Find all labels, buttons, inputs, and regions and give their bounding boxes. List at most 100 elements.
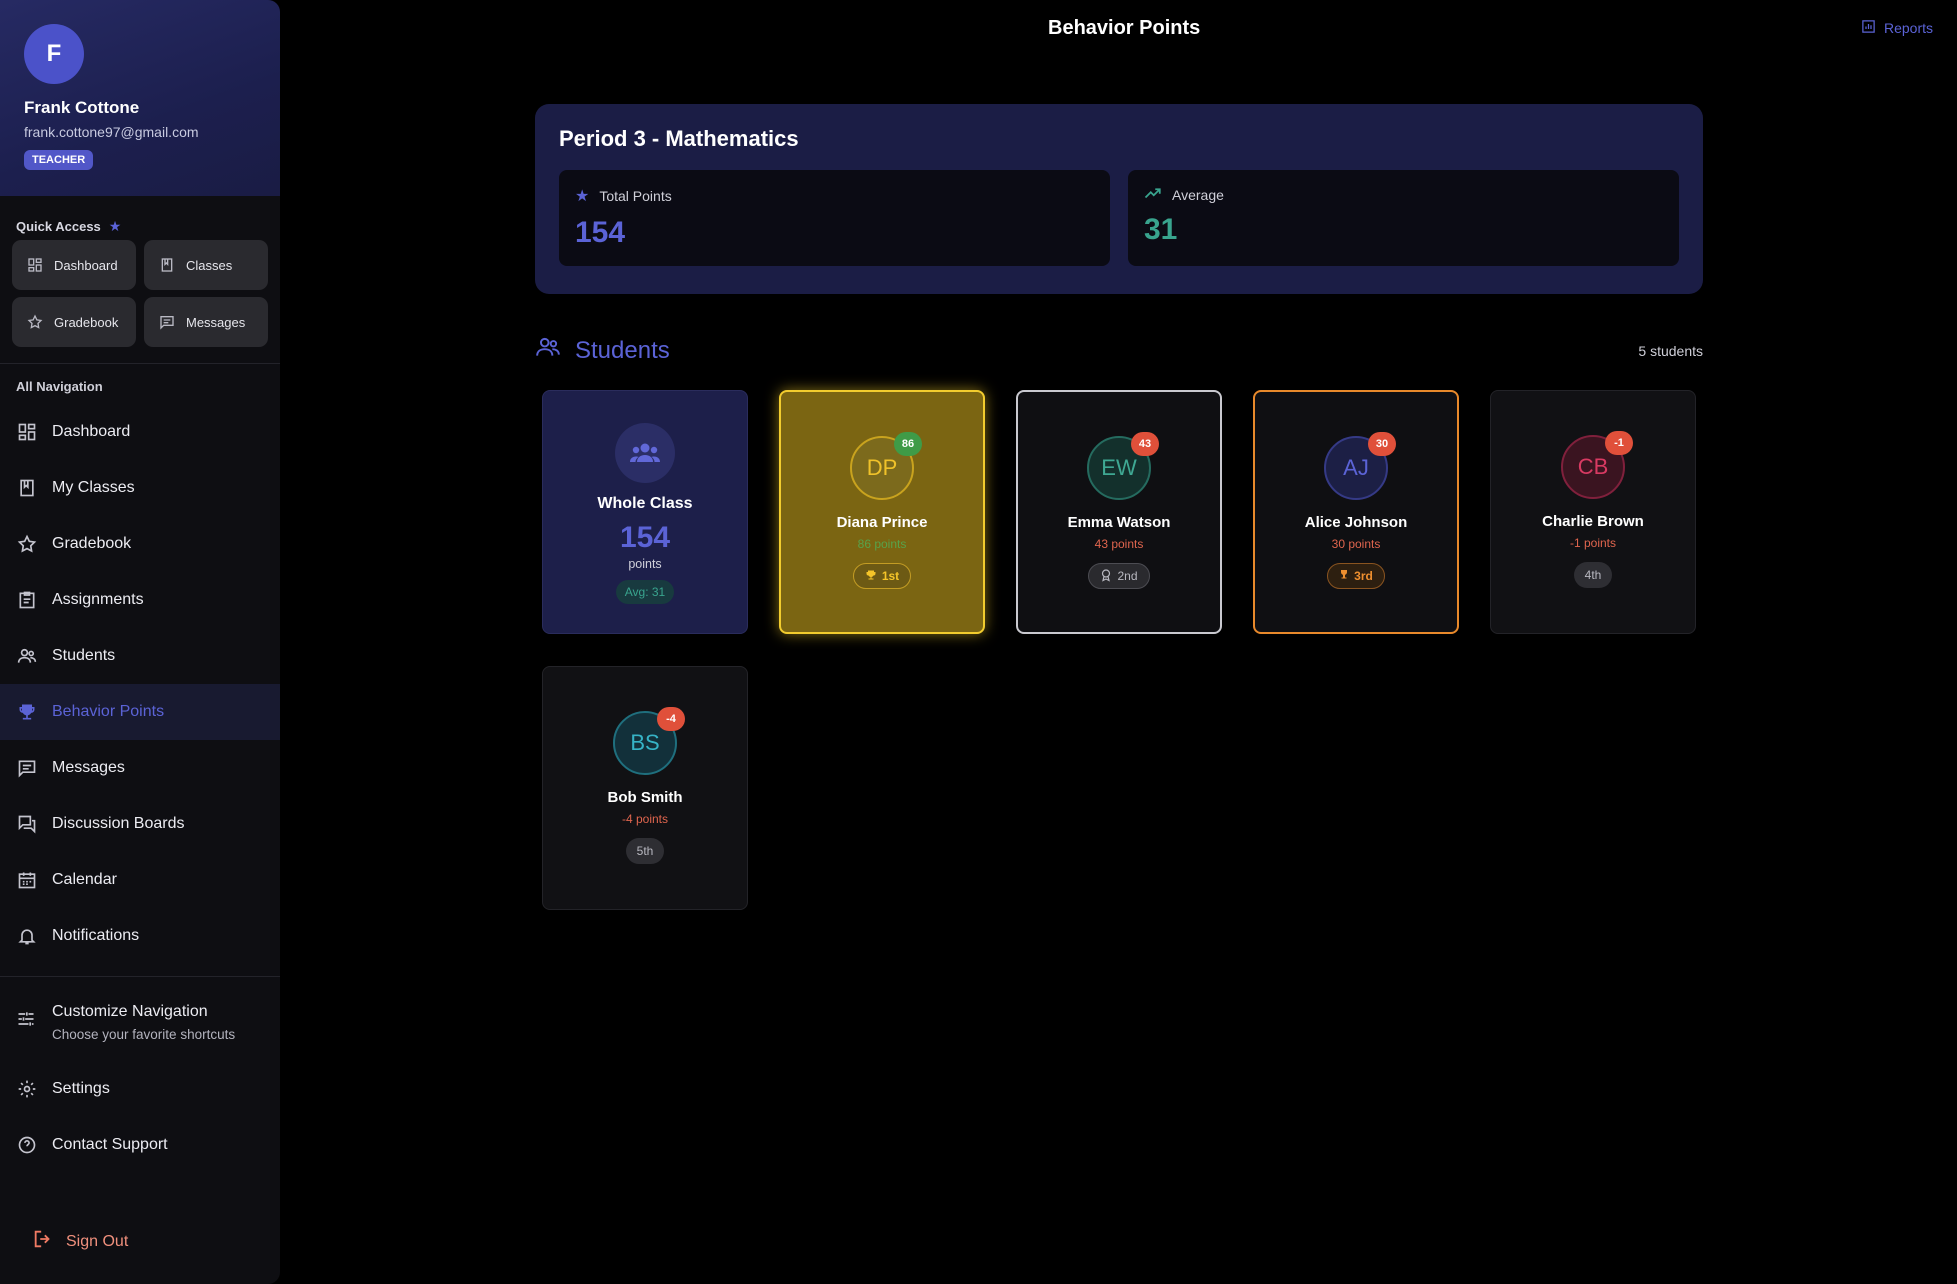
sidebar-item-notifications[interactable]: Notifications xyxy=(0,908,280,964)
sidebar-item-label: Calendar xyxy=(52,871,117,888)
quick-access-title: Quick Access xyxy=(16,218,101,234)
stat-label: Average xyxy=(1172,186,1224,203)
student-card[interactable]: CB -1 Charlie Brown -1 points 4th xyxy=(1490,390,1696,634)
bell-icon xyxy=(16,925,38,947)
group-icon xyxy=(615,423,675,483)
student-initials: CB xyxy=(1577,454,1609,479)
sign-out-label: Sign Out xyxy=(66,1232,129,1250)
student-initials: DP xyxy=(866,455,898,480)
logout-icon xyxy=(32,1228,54,1255)
people-icon xyxy=(535,334,561,367)
sidebar-item-label: Gradebook xyxy=(52,535,132,552)
student-name: Alice Johnson xyxy=(1304,514,1408,531)
nav-header: All Navigation xyxy=(16,379,103,394)
student-points: -1 points xyxy=(1569,536,1617,550)
customize-subtitle: Choose your favorite shortcuts xyxy=(52,1027,236,1042)
points-badge: 86 xyxy=(894,432,922,456)
rank-badge: 4th xyxy=(1573,562,1613,588)
message-icon xyxy=(158,313,176,331)
sliders-icon xyxy=(16,1009,38,1061)
student-initials: EW xyxy=(1101,455,1137,480)
profile-name: Frank Cottone xyxy=(24,98,140,117)
points-badge: 43 xyxy=(1131,432,1159,456)
student-avatar: EW 43 xyxy=(1087,432,1159,500)
total-points-stat: ★ Total Points 154 xyxy=(559,170,1110,266)
medal-icon xyxy=(1100,568,1112,585)
sidebar-item-gradebook[interactable]: Gradebook xyxy=(0,516,280,572)
sidebar-item-discussion-boards[interactable]: Discussion Boards xyxy=(0,796,280,852)
student-avatar: DP 86 xyxy=(850,432,922,500)
sidebar-item-messages[interactable]: Messages xyxy=(0,740,280,796)
quick-access-messages[interactable]: Messages xyxy=(144,297,268,347)
student-card[interactable]: AJ 30 Alice Johnson 30 points 3rd xyxy=(1253,390,1459,634)
quick-access-header: Quick Access ★ xyxy=(0,196,280,240)
quick-access-gradebook[interactable]: Gradebook xyxy=(12,297,136,347)
student-points: 43 points xyxy=(1094,537,1144,551)
student-name: Emma Watson xyxy=(1067,514,1171,531)
whole-class-card[interactable]: Whole Class 154 points Avg: 31 xyxy=(542,390,748,634)
sidebar-item-label: Contact Support xyxy=(52,1136,168,1153)
profile-email: frank.cottone97@gmail.com xyxy=(24,124,199,140)
sign-out-button[interactable]: Sign Out xyxy=(32,1228,128,1255)
student-card[interactable]: DP 86 Diana Prince 86 points 1st xyxy=(779,390,985,634)
students-header: Students 5 students xyxy=(535,334,1703,367)
student-points: 86 points xyxy=(857,537,907,551)
period-title: Period 3 - Mathematics xyxy=(559,126,799,151)
sidebar-item-label: Notifications xyxy=(52,927,140,944)
sidebar-item-label: Assignments xyxy=(52,591,144,608)
whole-class-total: 154 xyxy=(619,521,671,554)
points-badge: 30 xyxy=(1368,432,1396,456)
average-value: 31 xyxy=(1144,213,1178,246)
star-icon xyxy=(26,313,44,331)
dashboard-icon xyxy=(16,421,38,443)
page-title: Behavior Points xyxy=(1048,17,1201,39)
quick-access-classes[interactable]: Classes xyxy=(144,240,268,290)
avatar[interactable]: F xyxy=(24,24,84,84)
student-initials: AJ xyxy=(1343,455,1369,480)
sidebar-item-assignments[interactable]: Assignments xyxy=(0,572,280,628)
student-points: 30 points xyxy=(1331,537,1381,551)
student-initials: BS xyxy=(630,730,660,755)
stats-row: ★ Total Points 154 Average 31 xyxy=(559,170,1679,266)
sidebar-item-label: Dashboard xyxy=(52,423,131,440)
customize-navigation-button[interactable]: Customize Navigation Choose your favorit… xyxy=(0,977,280,1061)
quick-access-label: Gradebook xyxy=(54,314,119,330)
sidebar-item-label: Messages xyxy=(52,759,125,776)
rank-label: 1st xyxy=(881,569,900,583)
sidebar-item-my-classes[interactable]: My Classes xyxy=(0,460,280,516)
gear-icon xyxy=(16,1078,38,1100)
book-icon xyxy=(158,256,176,274)
book-icon xyxy=(16,477,38,499)
sidebar-item-label: My Classes xyxy=(52,479,135,496)
quick-access-dashboard[interactable]: Dashboard xyxy=(12,240,136,290)
reports-label: Reports xyxy=(1883,20,1933,36)
student-name: Bob Smith xyxy=(607,789,683,806)
whole-class-unit: points xyxy=(628,557,662,571)
sidebar-item-students[interactable]: Students xyxy=(0,628,280,684)
people-icon xyxy=(16,645,38,667)
sidebar-item-calendar[interactable]: Calendar xyxy=(0,852,280,908)
sidebar-item-contact-support[interactable]: Contact Support xyxy=(0,1117,280,1173)
sidebar-item-settings[interactable]: Settings xyxy=(0,1061,280,1117)
student-points: -4 points xyxy=(621,812,669,826)
sidebar-item-label: Discussion Boards xyxy=(52,815,185,832)
sidebar-item-label: Students xyxy=(52,647,116,664)
points-badge: -1 xyxy=(1605,431,1633,455)
customize-title: Customize Navigation xyxy=(52,1003,208,1020)
student-name: Diana Prince xyxy=(836,514,928,531)
sidebar-item-behavior-points[interactable]: Behavior Points xyxy=(0,684,280,740)
reports-link[interactable]: Reports xyxy=(1861,19,1933,37)
assignment-icon xyxy=(16,589,38,611)
student-avatar: BS -4 xyxy=(613,707,685,775)
calendar-icon xyxy=(16,869,38,891)
rank-badge: 2nd xyxy=(1088,563,1150,589)
sidebar: F Frank Cottone frank.cottone97@gmail.co… xyxy=(0,0,280,1284)
report-chart-icon xyxy=(1861,19,1876,37)
student-avatar: AJ 30 xyxy=(1324,432,1396,500)
student-card[interactable]: BS -4 Bob Smith -4 points 5th xyxy=(542,666,748,910)
student-card[interactable]: EW 43 Emma Watson 43 points 2nd xyxy=(1016,390,1222,634)
trophy-icon xyxy=(865,569,877,584)
sidebar-item-dashboard[interactable]: Dashboard xyxy=(0,404,280,460)
star-icon: ★ xyxy=(575,188,590,205)
students-title: Students xyxy=(575,336,670,364)
